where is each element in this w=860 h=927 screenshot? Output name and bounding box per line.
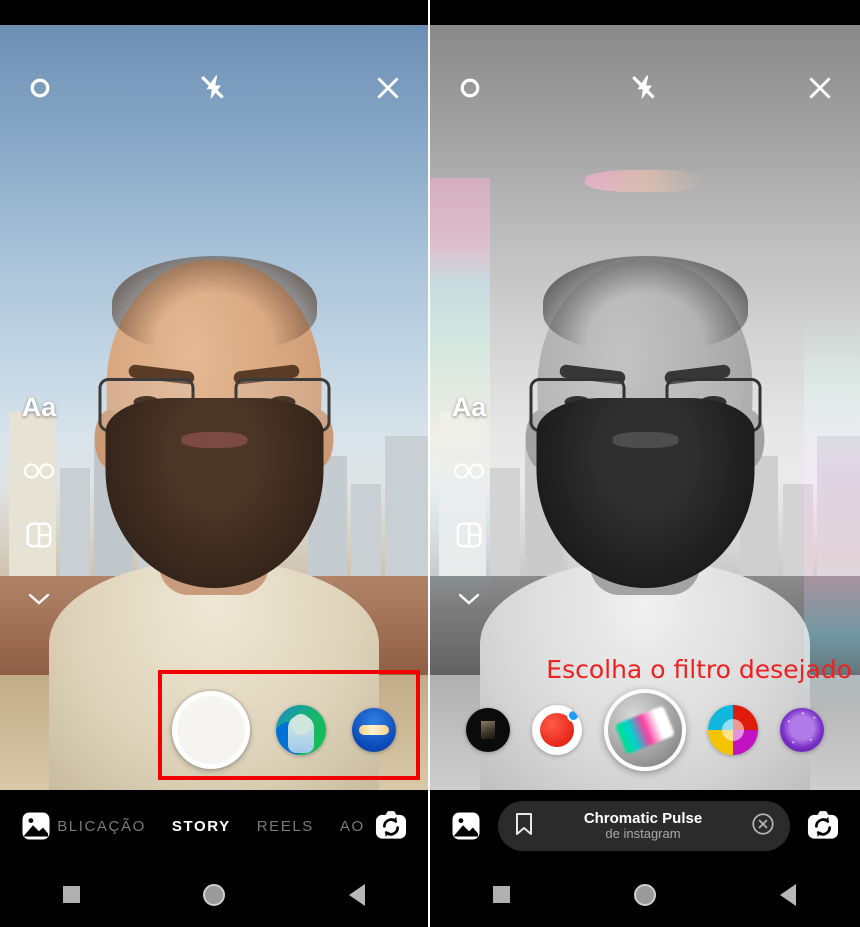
layout-grid-icon[interactable] [447,513,491,557]
camera-viewport-before[interactable]: Aa [0,25,428,790]
filter-carousel-after [430,682,860,778]
flip-camera-icon[interactable] [804,807,842,845]
square-recents-icon[interactable] [49,873,93,917]
gallery-icon[interactable] [448,808,484,844]
effect-red-dot[interactable] [532,705,582,755]
text-tool-button[interactable]: Aa [17,385,61,429]
close-icon[interactable] [802,70,838,106]
text-tool-label: Aa [451,391,487,422]
mode-tabs: BLICAÇÃO STORY REELS AO [54,818,372,835]
triangle-back-icon[interactable] [335,873,379,917]
screenshot-root: Aa BLICAÇÃO STORY REELS AO Aa Escolha o … [0,0,860,927]
chevron-down-icon[interactable] [447,577,491,621]
person-hair [111,256,317,351]
android-navbar-after [430,862,860,927]
shutter-button[interactable] [172,691,250,769]
chevron-down-icon[interactable] [17,577,61,621]
text-tool-label: Aa [21,391,57,422]
infinity-boomerang-icon[interactable] [17,449,61,493]
android-navbar-before [0,862,428,927]
tab-reels[interactable]: REELS [257,818,314,835]
flip-camera-icon[interactable] [372,807,410,845]
tab-story[interactable]: STORY [172,818,231,835]
person-beard [105,398,323,588]
phone-screen-after: Aa Escolha o filtro desejado Chromatic P… [430,0,860,927]
annotation-text: Escolha o filtro desejado [546,655,852,684]
music-subtitle: de instagram [605,826,681,842]
camera-topbar-before [0,50,428,126]
music-title: Chromatic Pulse [583,809,703,827]
flash-off-icon[interactable] [627,70,663,106]
effect-carousel-before [0,682,428,778]
side-tools-after: Aa [444,385,494,621]
square-recents-icon[interactable] [480,873,524,917]
circle-home-icon[interactable] [623,873,667,917]
infinity-boomerang-icon[interactable] [447,449,491,493]
gear-icon[interactable] [22,70,58,106]
bottom-bar-before: BLICAÇÃO STORY REELS AO [0,790,428,862]
status-bar [0,0,428,25]
flash-off-icon[interactable] [196,70,232,106]
effect-color-wheel[interactable] [708,705,758,755]
phone-screen-before: Aa BLICAÇÃO STORY REELS AO [0,0,428,927]
bookmark-icon[interactable] [512,811,536,842]
circle-close-icon[interactable] [750,811,776,842]
side-tools-before: Aa [14,385,64,621]
gallery-icon[interactable] [18,808,54,844]
effect-sunglasses[interactable] [352,708,396,752]
music-info: Chromatic Pulse de instagram [536,810,750,842]
tab-ao-vivo[interactable]: AO [340,818,365,835]
layout-grid-icon[interactable] [17,513,61,557]
effect-person[interactable] [276,705,326,755]
music-attribution-pill[interactable]: Chromatic Pulse de instagram [498,801,790,851]
person-head [94,256,334,588]
effect-photo-thumb[interactable] [466,708,510,752]
effect-purple-galaxy[interactable] [780,708,824,752]
text-tool-button[interactable]: Aa [447,385,491,429]
tab-publicacao[interactable]: BLICAÇÃO [57,818,146,835]
person-mouth [181,432,247,448]
triangle-back-icon[interactable] [766,873,810,917]
effect-chromatic-pulse[interactable] [604,689,686,771]
bottom-bar-after: Chromatic Pulse de instagram [430,790,860,862]
panel-divider [428,0,430,927]
circle-home-icon[interactable] [192,873,236,917]
gear-icon[interactable] [452,70,488,106]
close-icon[interactable] [370,70,406,106]
status-bar [430,0,860,25]
camera-topbar-after [430,50,860,126]
